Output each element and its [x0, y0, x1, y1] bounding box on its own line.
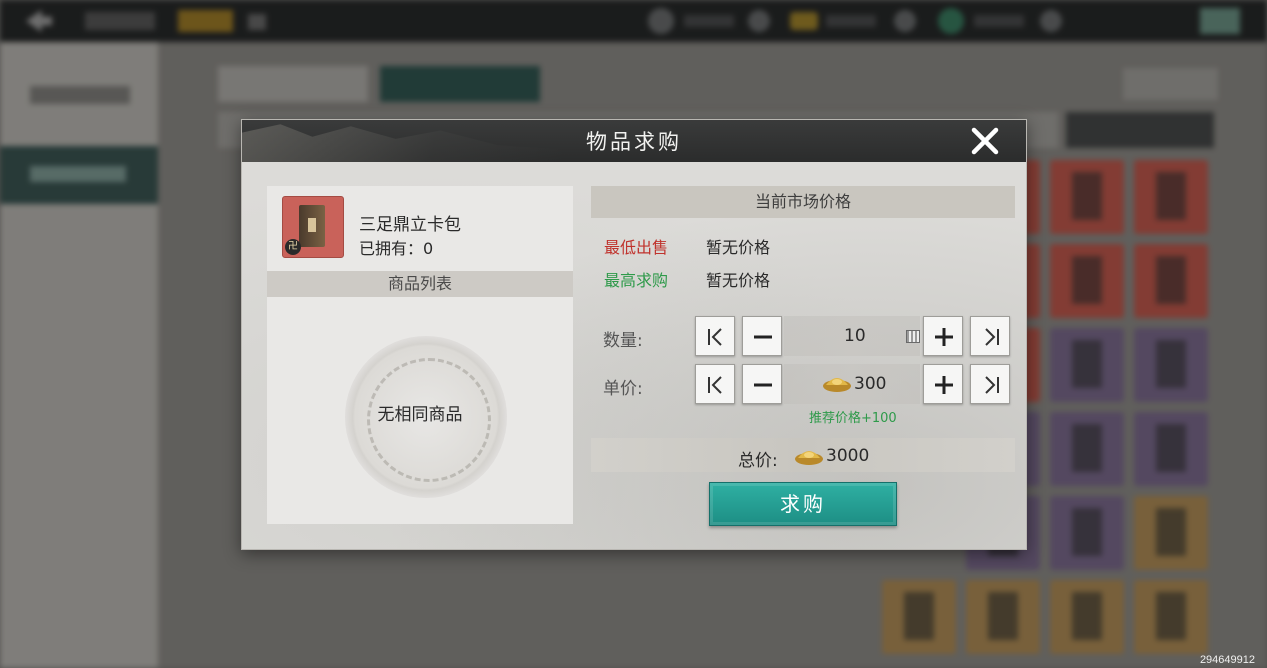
purchase-request-dialog: 物品求购 卍 三足鼎立卡包 已拥有：0 商品列表 无相同商品 当前市场价格 最低… — [241, 119, 1027, 550]
skip-to-max-icon — [985, 376, 999, 394]
buy-request-button[interactable]: 求购 — [709, 482, 897, 526]
skip-to-min-icon — [708, 376, 722, 394]
card-pack-icon: 卍 — [282, 196, 344, 258]
quantity-max-button[interactable] — [970, 316, 1010, 356]
price-min-button[interactable] — [695, 364, 735, 404]
quantity-decrease-button[interactable] — [742, 316, 782, 356]
skip-to-max-icon — [985, 328, 999, 346]
lowest-sell-value: 暂无价格 — [706, 238, 771, 257]
quantity-label: 数量: — [603, 331, 643, 351]
unit-price-input[interactable] — [784, 364, 920, 404]
minus-icon — [754, 383, 772, 387]
item-panel: 卍 三足鼎立卡包 已拥有：0 商品列表 无相同商品 — [267, 186, 573, 524]
highest-buy-value: 暂无价格 — [706, 271, 771, 290]
lowest-sell-label: 最低出售 — [604, 238, 669, 257]
price-decrease-button[interactable] — [742, 364, 782, 404]
close-x-icon — [971, 127, 999, 155]
gold-ingot-icon — [823, 378, 851, 392]
watermark-id: 294649912 — [1199, 654, 1255, 666]
close-button[interactable] — [968, 124, 1002, 158]
highest-buy-label: 最高求购 — [604, 271, 669, 290]
recommended-price-text: 推荐价格+100 — [809, 411, 897, 426]
price-max-button[interactable] — [970, 364, 1010, 404]
dialog-title: 物品求购 — [586, 130, 682, 154]
total-price-label: 总价: — [738, 451, 778, 471]
quantity-min-button[interactable] — [695, 316, 735, 356]
quantity-value: 10 — [844, 326, 866, 346]
market-price-header: 当前市场价格 — [591, 186, 1015, 218]
listing-header: 商品列表 — [267, 271, 573, 297]
empty-listing-text: 无相同商品 — [377, 405, 463, 425]
unit-price-value: 300 — [854, 374, 887, 394]
plus-icon — [935, 328, 953, 346]
skip-to-min-icon — [708, 328, 722, 346]
minus-icon — [754, 335, 772, 339]
item-name: 三足鼎立卡包 — [359, 215, 461, 235]
item-grade-badge: 卍 — [285, 239, 301, 255]
plus-icon — [935, 376, 953, 394]
item-owned-count: 已拥有：0 — [359, 239, 434, 258]
gold-ingot-icon — [795, 451, 823, 465]
unit-price-label: 单价: — [603, 379, 643, 399]
quantity-increase-button[interactable] — [923, 316, 963, 356]
dialog-header: 物品求购 — [242, 120, 1026, 162]
price-increase-button[interactable] — [923, 364, 963, 404]
total-price-value: 3000 — [826, 446, 870, 466]
keypad-icon[interactable] — [906, 330, 920, 343]
